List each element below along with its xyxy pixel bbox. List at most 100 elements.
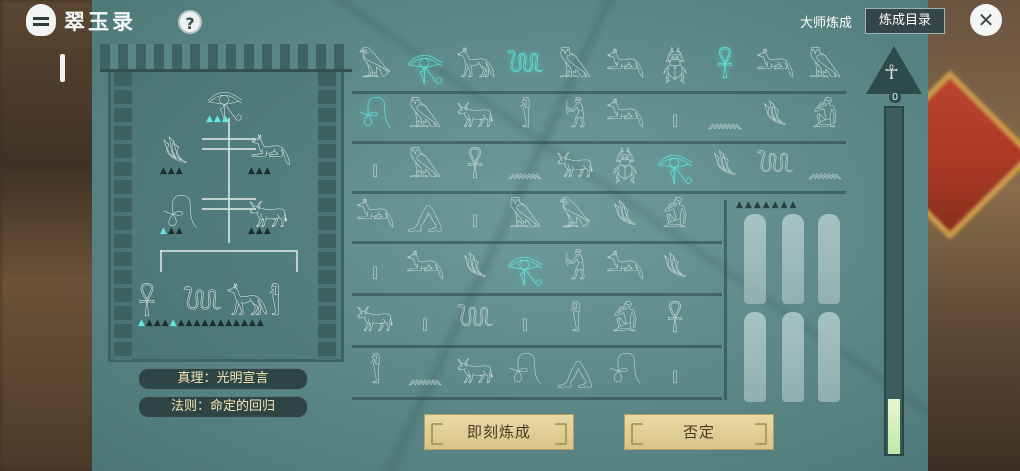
deny-button[interactable]: 否定 — [624, 414, 774, 450]
glyph-tile-icon[interactable]: 𓀜 — [556, 98, 594, 138]
tree-left-cost: ▲▲▲ — [160, 166, 184, 176]
mummy-figure — [744, 312, 766, 402]
glyph-tile-icon[interactable]: 𓀜 — [556, 250, 594, 290]
glyph-tile-icon[interactable]: 𓃢 — [606, 250, 645, 290]
tree-top-cost: ▲▲▲ — [206, 114, 230, 124]
glyph-tile-icon[interactable]: 𓃢 — [606, 98, 645, 138]
law-label: 法则：命定的回归 — [138, 396, 308, 418]
tree-right-cost: ▲▲▲ — [248, 166, 272, 176]
transmutation-tree: 𓂀 ▲▲▲ 𓆰 ▲▲▲ 𓃢 ▲▲▲ 𓍯 ▲▲▲ 𓃒 ▲▲▲ 𓋹 𓆙 𓃥 𓀾 ▲▲… — [138, 78, 310, 328]
glyph-tile-icon[interactable]: 𓆰 — [456, 250, 494, 290]
glyph-tile-icon[interactable]: 𓏤 — [656, 354, 694, 394]
glyph-tile-icon[interactable]: 𓃥 — [456, 48, 496, 88]
mummy-figure — [818, 312, 840, 402]
glyph-tile-icon[interactable]: 𓅓 — [406, 98, 444, 138]
glyph-tile-icon[interactable]: 𓋹 — [656, 302, 694, 342]
glyph-tile-icon[interactable]: 𓅃 — [556, 198, 594, 238]
glyph-row: 𓅃𓂀𓃥𓆙𓅓𓃢𓆣𓋹𓃢𓅓 — [352, 44, 846, 94]
glyph-tile-icon[interactable]: 𓅃 — [356, 48, 394, 88]
temple-pillar-right — [318, 72, 336, 362]
glyph-tile-icon[interactable]: 𓂀 — [506, 250, 544, 290]
app-logo-icon — [26, 4, 56, 36]
glyph-row: 𓏤𓅓𓋹𓈖𓃒𓆣𓂀𓆰𓆙𓈖 — [352, 144, 846, 194]
glyph-tile-icon[interactable]: 𓀁 — [656, 198, 694, 238]
tree-trunk — [228, 118, 230, 243]
temple-pillar-left — [114, 72, 132, 362]
glyph-row: 𓃒𓏤𓆙𓏤𓀾𓀁𓋹 — [352, 298, 722, 348]
glyph-tile-icon[interactable]: 𓂻 — [406, 198, 444, 238]
mummy-figure — [818, 214, 840, 304]
glyph-tile-icon[interactable]: 𓃢 — [406, 250, 445, 290]
glyph-tile-icon[interactable]: 𓃒 — [456, 354, 494, 394]
glyph-tile-icon[interactable]: 𓈖 — [406, 354, 444, 394]
tree-branch — [202, 138, 256, 140]
glyph-tile-icon[interactable]: 𓅓 — [806, 48, 844, 88]
glyph-tile-icon[interactable]: 𓅓 — [506, 198, 544, 238]
glyph-tile-icon[interactable]: 𓃒 — [556, 148, 594, 188]
glyph-tile-icon[interactable]: 𓃢 — [756, 48, 795, 88]
glyph-tile-icon[interactable]: 𓀾 — [506, 98, 544, 138]
tree-bottom-cost: ▲▲▲▲▲▲▲▲▲▲▲▲▲▲▲▲ — [138, 318, 265, 328]
app-title: 翠玉录 — [64, 10, 136, 34]
glyph-tile-icon[interactable]: 𓍯 — [506, 354, 544, 394]
glyph-tile-icon[interactable]: 𓂀 — [656, 148, 694, 188]
glyph-tile-icon[interactable]: 𓀾 — [356, 354, 394, 394]
glyph-tile-icon[interactable]: 𓋹 — [456, 148, 494, 188]
close-button[interactable]: ✕ — [970, 4, 1002, 36]
mummy-figure — [782, 312, 804, 402]
glyph-tile-icon[interactable]: 𓆰 — [756, 98, 794, 138]
tree-bottom-glyph-icon[interactable]: 𓀾 — [268, 274, 281, 326]
glyph-tile-icon[interactable]: 𓃒 — [356, 302, 394, 342]
truth-label: 真理：光明宣言 — [138, 368, 308, 390]
glyph-tile-icon[interactable]: 𓍯 — [356, 98, 394, 138]
glyph-tile-icon[interactable]: 𓏤 — [456, 198, 494, 238]
glyph-row: 𓀾𓈖𓃒𓍯𓂻𓍯𓏤 — [352, 350, 722, 400]
mummy-figure — [744, 214, 766, 304]
glyph-tile-icon[interactable]: 𓍯 — [606, 354, 644, 394]
glyph-row: 𓏤𓃢𓆰𓂀𓀜𓃢𓆰 — [352, 246, 722, 296]
glyph-tile-icon[interactable]: 𓆰 — [656, 250, 694, 290]
glyph-tile-icon[interactable]: 𓅓 — [556, 48, 594, 88]
ankh-icon: ☥ — [884, 60, 899, 84]
glyph-tile-icon[interactable]: 𓆙 — [506, 48, 544, 88]
tree-bottom-stem — [296, 250, 298, 272]
glyph-tile-icon[interactable]: 𓂀 — [406, 48, 444, 88]
tree-mid-left-cost: ▲▲▲ — [160, 226, 184, 236]
glyph-tile-icon[interactable]: 𓆣 — [656, 48, 694, 88]
glyph-tile-icon[interactable]: 𓈖 — [506, 148, 544, 188]
glyph-tile-icon[interactable]: 𓆙 — [456, 302, 494, 342]
catalog-button[interactable]: 炼成目录 — [865, 8, 945, 34]
glyph-tile-icon[interactable]: 𓏤 — [356, 148, 394, 188]
glyph-tile-icon[interactable]: 𓀾 — [556, 302, 594, 342]
transmute-now-button[interactable]: 即刻炼成 — [424, 414, 574, 450]
glyph-tile-icon[interactable]: 𓆙 — [756, 148, 794, 188]
tree-bottom-bar — [160, 250, 296, 252]
glyph-tile-icon[interactable]: 𓅓 — [406, 148, 444, 188]
glyph-tile-icon[interactable]: 𓆣 — [606, 148, 644, 188]
glyph-tile-icon[interactable]: 𓏤 — [356, 250, 394, 290]
tree-mid-right-cost: ▲▲▲ — [248, 226, 272, 236]
glyph-tile-icon[interactable]: 𓏤 — [656, 98, 694, 138]
glyph-tile-icon[interactable]: 𓃒 — [456, 98, 494, 138]
glyph-tile-icon[interactable]: 𓈖 — [706, 98, 744, 138]
master-transmute-label[interactable]: 大师炼成 — [800, 12, 852, 31]
glyph-tile-icon[interactable]: 𓋹 — [706, 48, 744, 88]
glyph-tile-icon[interactable]: 𓃢 — [356, 198, 395, 238]
temple-cornice — [100, 44, 352, 72]
glyph-tile-icon[interactable]: 𓀁 — [806, 98, 844, 138]
glyph-tile-icon[interactable]: 𓏤 — [406, 302, 444, 342]
tree-branch — [202, 148, 256, 150]
glyph-row: 𓃢𓂻𓏤𓅓𓅃𓆰𓀁 — [352, 194, 722, 244]
tree-bottom-stem — [160, 250, 162, 272]
glyph-tile-icon[interactable]: 𓀁 — [606, 302, 644, 342]
glyph-tile-icon[interactable]: 𓈖 — [806, 148, 844, 188]
glyph-tile-icon[interactable]: 𓆰 — [706, 148, 744, 188]
progress-fill — [888, 399, 900, 454]
help-button[interactable]: ? — [178, 10, 202, 34]
side-menu-handle[interactable] — [60, 54, 65, 82]
glyph-tile-icon[interactable]: 𓏤 — [506, 302, 544, 342]
glyph-tile-icon[interactable]: 𓃢 — [606, 48, 645, 88]
mummy-figure — [782, 214, 804, 304]
glyph-tile-icon[interactable]: 𓂻 — [556, 354, 594, 394]
glyph-tile-icon[interactable]: 𓆰 — [606, 198, 644, 238]
